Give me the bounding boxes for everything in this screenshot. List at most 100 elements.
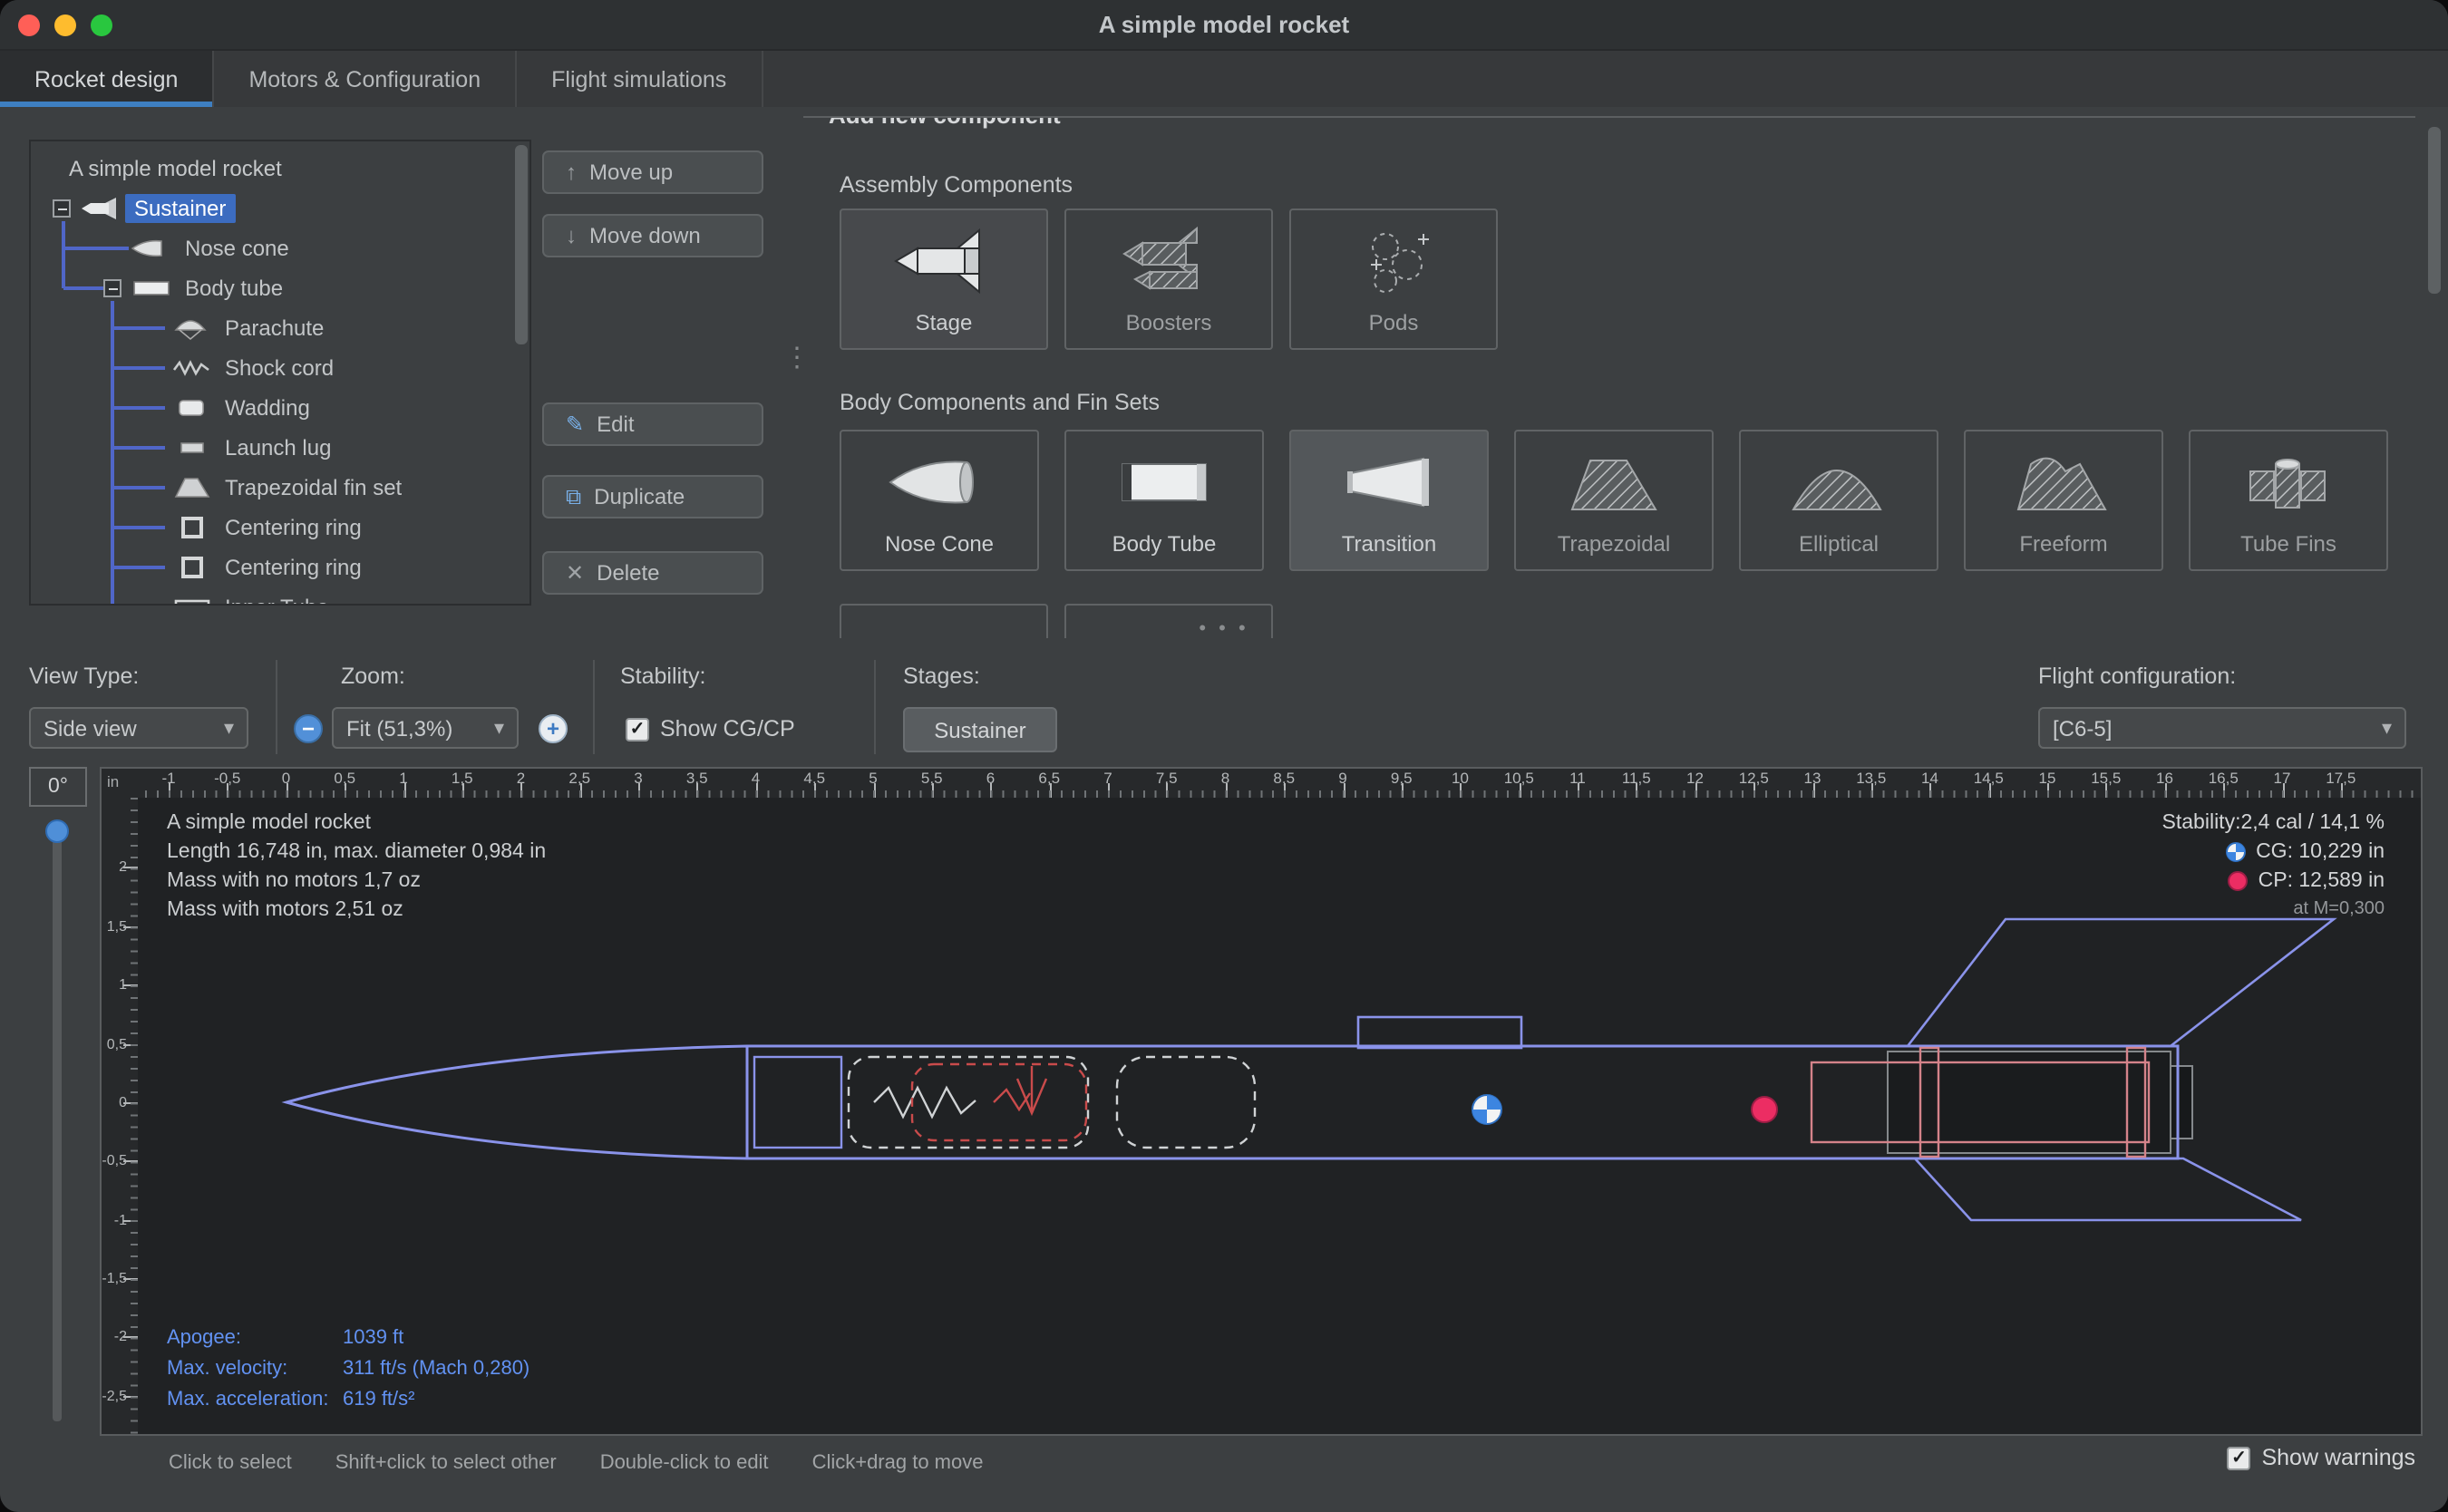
stages-label: Stages: — [903, 664, 980, 689]
tube-fins-icon — [2232, 442, 2345, 522]
stability-text: Stability:2,4 cal / 14,1 % — [2162, 809, 2385, 838]
zoom-out-button[interactable]: − — [294, 714, 323, 743]
tree-item-shock-cord[interactable]: Shock cord — [31, 348, 529, 388]
tab-rocket-design[interactable]: Rocket design — [0, 51, 214, 107]
zoom-dropdown[interactable]: Fit (51,3%) ▾ — [332, 707, 519, 749]
add-transition-button[interactable]: Transition — [1289, 430, 1489, 571]
flight-configuration-dropdown[interactable]: [C6-5] ▾ — [2038, 707, 2406, 749]
view-type-label: View Type: — [29, 664, 139, 689]
titlebar: A simple model rocket — [0, 0, 2448, 51]
edit-button[interactable]: ✎ Edit — [542, 402, 763, 446]
add-body-tube-button[interactable]: Body Tube — [1064, 430, 1264, 571]
plus-icon: + — [547, 718, 559, 740]
add-elliptical-fin-button[interactable]: Elliptical — [1739, 430, 1938, 571]
show-cg-cp-checkbox-row[interactable]: ✓ Show CG/CP — [626, 716, 795, 741]
add-tube-fins-button[interactable]: Tube Fins — [2189, 430, 2388, 571]
toolbar-separator — [276, 660, 277, 754]
freeform-fin-icon — [2007, 442, 2120, 522]
rotation-slider-track[interactable] — [53, 823, 62, 1421]
stability-legend: Stability:2,4 cal / 14,1 % CG: 10,229 in… — [2162, 809, 2385, 925]
move-up-button[interactable]: ↑ Move up — [542, 150, 763, 194]
add-pods-button[interactable]: Pods — [1289, 208, 1498, 350]
fin-set-icon — [169, 475, 216, 500]
tree-item-sustainer[interactable]: Sustainer — [31, 189, 529, 228]
acceleration-label: Max. acceleration: — [167, 1385, 343, 1416]
statusbar-hints: Click to select Shift+click to select ot… — [169, 1452, 984, 1474]
chevron-down-icon: ▾ — [2382, 716, 2392, 740]
tree-scrollbar-thumb[interactable] — [515, 145, 528, 344]
add-component-button-partial[interactable] — [840, 604, 1048, 638]
edit-pencil-icon: ✎ — [566, 413, 584, 435]
zoom-in-button[interactable]: + — [539, 714, 568, 743]
show-warnings-checkbox-row[interactable]: ✓ Show warnings — [2227, 1445, 2415, 1470]
delete-x-icon: ✕ — [566, 562, 584, 584]
cg-marker — [1472, 1095, 1501, 1124]
collapse-handle-icon[interactable] — [53, 199, 71, 218]
rocket-info-block: A simple model rocket Length 16,748 in, … — [167, 809, 546, 925]
apogee-label: Apogee: — [167, 1323, 343, 1354]
tree-item-nose-cone[interactable]: Nose cone — [31, 228, 529, 268]
show-warnings-label: Show warnings — [2261, 1445, 2415, 1470]
cp-text: CP: 12,589 in — [2259, 867, 2385, 896]
parachute-icon — [169, 315, 216, 341]
move-down-button[interactable]: ↓ Move down — [542, 214, 763, 257]
tree-item-parachute[interactable]: Parachute — [31, 308, 529, 348]
duplicate-button[interactable]: ⧉ Duplicate — [542, 475, 763, 519]
stage-toggle-sustainer[interactable]: Sustainer — [903, 707, 1057, 752]
add-panel-scrollbar — [2428, 120, 2441, 635]
tab-motors-configuration[interactable]: Motors & Configuration — [214, 51, 517, 107]
nose-cone-icon — [883, 442, 996, 522]
checkbox-checked-icon[interactable]: ✓ — [2227, 1446, 2250, 1469]
cg-text: CG: 10,229 in — [2256, 838, 2385, 867]
nose-shoulder-outline — [754, 1057, 841, 1148]
add-panel-scrollbar-thumb[interactable] — [2428, 127, 2441, 294]
tree-item-body-tube[interactable]: Body tube — [31, 268, 529, 308]
launch-lug-outline — [1358, 1017, 1521, 1048]
duplicate-icon: ⧉ — [566, 486, 581, 508]
add-stage-button[interactable]: Stage — [840, 208, 1048, 350]
tree-item-root[interactable]: A simple model rocket — [31, 149, 529, 189]
tree-item-centering-ring-2[interactable]: Centering ring — [31, 548, 529, 587]
nose-cone-icon — [129, 236, 176, 261]
view-type-dropdown[interactable]: Side view ▾ — [29, 707, 248, 749]
apogee-value: 1039 ft — [343, 1323, 403, 1354]
openrocket-window: A simple model rocket Rocket design Moto… — [0, 0, 2448, 1512]
checkbox-checked-icon[interactable]: ✓ — [626, 717, 649, 741]
add-trapezoidal-fin-button[interactable]: Trapezoidal — [1514, 430, 1714, 571]
add-nose-cone-button[interactable]: Nose Cone — [840, 430, 1039, 571]
toolbar-separator — [593, 660, 595, 754]
tree-item-centering-ring-1[interactable]: Centering ring — [31, 508, 529, 548]
tab-flight-simulations[interactable]: Flight simulations — [517, 51, 763, 107]
assembly-components-label: Assembly Components — [840, 172, 1073, 198]
rocket-icon — [78, 196, 125, 221]
add-boosters-button[interactable]: Boosters — [1064, 208, 1273, 350]
wadding-outline — [1117, 1057, 1255, 1148]
trapezoidal-fin-icon — [1558, 442, 1670, 522]
motor-nozzle — [2171, 1066, 2192, 1139]
shock-cord-outline — [849, 1057, 1088, 1148]
cp-icon — [2228, 870, 2249, 892]
down-arrow-icon: ↓ — [566, 225, 577, 247]
stability-label: Stability: — [620, 664, 706, 689]
tree-item-trapezoidal-fin-set[interactable]: Trapezoidal fin set — [31, 468, 529, 508]
boosters-icon — [1112, 221, 1225, 301]
horizontal-splitter-handle[interactable]: • • • — [1188, 618, 1260, 640]
close-button[interactable] — [18, 15, 40, 36]
chevron-down-icon: ▾ — [494, 716, 504, 740]
add-freeform-fin-button[interactable]: Freeform — [1964, 430, 2163, 571]
tree-item-inner-tube[interactable]: Inner Tube — [31, 587, 529, 606]
rocket-view-canvas[interactable]: -1-0,500,511,522,533,544,555,566,577,588… — [100, 767, 2423, 1436]
collapse-handle-icon[interactable] — [103, 279, 121, 297]
body-tube-icon — [1108, 442, 1220, 522]
window-title: A simple model rocket — [1099, 11, 1349, 38]
chevron-down-icon: ▾ — [224, 716, 234, 740]
tree-item-launch-lug[interactable]: Launch lug — [31, 428, 529, 468]
rotation-slider-thumb[interactable] — [45, 819, 69, 843]
minimize-button[interactable] — [54, 15, 76, 36]
delete-button[interactable]: ✕ Delete — [542, 551, 763, 595]
mach-text: at M=0,300 — [2293, 896, 2385, 925]
tree-item-wadding[interactable]: Wadding — [31, 388, 529, 428]
body-tube-icon — [129, 276, 176, 301]
velocity-value: 311 ft/s (Mach 0,280) — [343, 1354, 529, 1385]
zoom-button[interactable] — [91, 15, 112, 36]
